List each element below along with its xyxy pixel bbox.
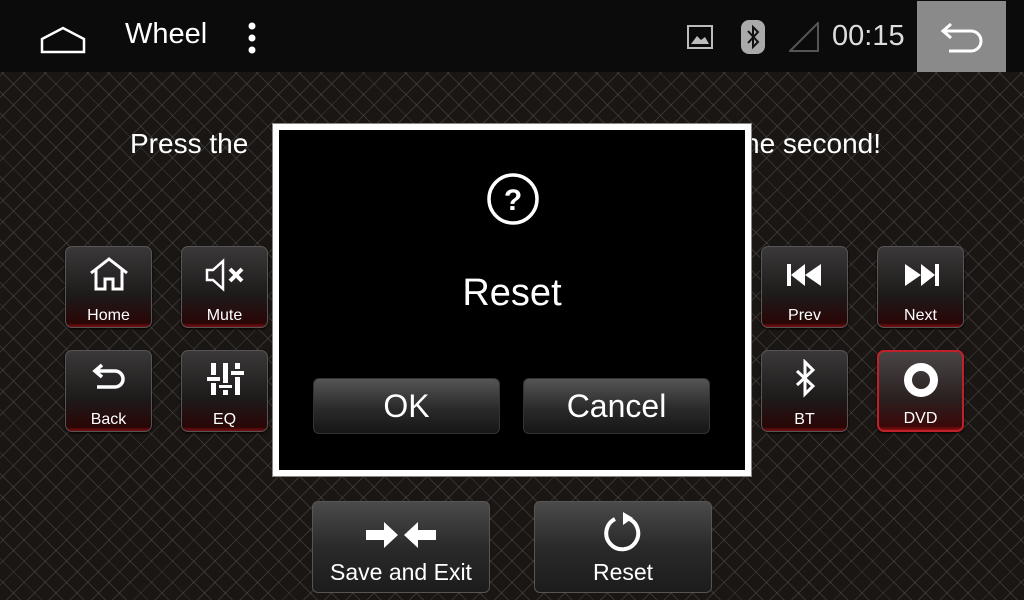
gallery-icon [687, 25, 713, 49]
merge-arrows-icon [366, 522, 436, 548]
home-icon[interactable] [40, 26, 86, 54]
back-button[interactable] [917, 1, 1006, 72]
save-and-exit-button[interactable]: Save and Exit [312, 501, 490, 593]
instruction-text-right: ne second! [744, 128, 881, 159]
reset-button[interactable]: Reset [534, 501, 712, 593]
key-prev[interactable]: Prev [761, 246, 848, 328]
key-label: Home [87, 307, 130, 324]
question-icon: ? [487, 173, 539, 225]
key-dvd[interactable]: DVD [877, 350, 964, 432]
save-and-exit-label: Save and Exit [330, 559, 472, 585]
key-back[interactable]: Back [65, 350, 152, 432]
key-label: Back [90, 411, 127, 428]
clock: 00:15 [832, 20, 905, 52]
key-bt[interactable]: BT [761, 350, 848, 432]
key-mute[interactable]: Mute [181, 246, 268, 328]
app-title: Wheel [125, 18, 208, 50]
key-label: Next [904, 307, 937, 324]
key-label: Prev [788, 307, 821, 324]
back-icon [940, 22, 982, 52]
overflow-menu-icon[interactable] [246, 22, 258, 54]
cancel-button[interactable]: Cancel [523, 378, 710, 434]
bluetooth-icon [741, 20, 765, 54]
svg-text:?: ? [504, 184, 522, 217]
back-icon [91, 363, 125, 389]
bluetooth-icon [795, 359, 815, 398]
key-label: EQ [212, 411, 237, 428]
reset-label: Reset [592, 559, 654, 585]
reset-dialog: ? Reset OK Cancel [273, 124, 751, 476]
instruction-text-left: Press the [130, 128, 249, 159]
key-eq[interactable]: EQ [181, 350, 268, 432]
key-next[interactable]: Next [877, 246, 964, 328]
status-bar: Wheel 00:15 [0, 0, 1024, 72]
key-label: Mute [206, 307, 243, 324]
previous-icon [786, 264, 821, 286]
key-label: DVD [903, 410, 938, 427]
refresh-icon [604, 512, 641, 552]
signal-icon [789, 22, 819, 52]
mute-icon [205, 258, 243, 292]
equalizer-icon [206, 363, 244, 395]
dialog-message: Reset [462, 272, 562, 314]
ok-button[interactable]: OK [313, 378, 500, 434]
next-icon [904, 264, 939, 286]
home-icon [89, 257, 128, 291]
disc-icon [903, 363, 938, 397]
key-label: BT [794, 411, 815, 428]
key-home[interactable]: Home [65, 246, 152, 328]
